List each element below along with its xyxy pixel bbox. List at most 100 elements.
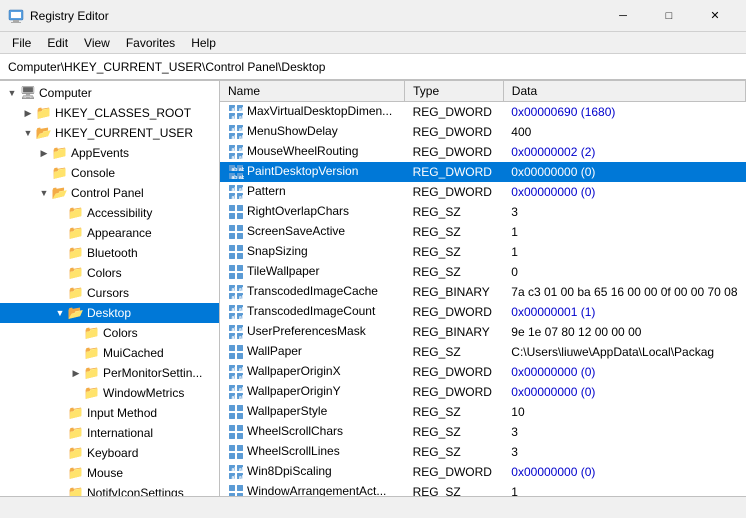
svg-text:ab: ab bbox=[232, 367, 238, 373]
table-row[interactable]: WheelScrollCharsREG_SZ3 bbox=[220, 422, 746, 442]
reg-name: RightOverlapChars bbox=[220, 202, 405, 222]
reg-name: ab ab ab ab WallpaperOriginX bbox=[220, 362, 405, 382]
reg-data: 1 bbox=[503, 482, 745, 496]
table-row[interactable]: ab ab ab ab MaxVirtualDesktopDimen...REG… bbox=[220, 102, 746, 123]
tree-label-muicached: MuiCached bbox=[103, 346, 164, 360]
tree-item-mouse[interactable]: 📁 Mouse bbox=[0, 463, 219, 483]
table-row[interactable]: ab ab ab ab WallpaperOriginXREG_DWORD0x0… bbox=[220, 362, 746, 382]
reg-type: REG_SZ bbox=[405, 202, 504, 222]
reg-type: REG_SZ bbox=[405, 482, 504, 496]
tree-label-hkcr: HKEY_CLASSES_ROOT bbox=[55, 106, 191, 120]
table-row[interactable]: WallpaperStyleREG_SZ10 bbox=[220, 402, 746, 422]
tree-item-muicached[interactable]: 📁 MuiCached bbox=[0, 343, 219, 363]
table-row[interactable]: WheelScrollLinesREG_SZ3 bbox=[220, 442, 746, 462]
table-row[interactable]: ab ab ab ab UserPreferencesMaskREG_BINAR… bbox=[220, 322, 746, 342]
tree-item-inputmethod[interactable]: 📁 Input Method bbox=[0, 403, 219, 423]
folder-keyboard-icon: 📁 bbox=[68, 445, 84, 461]
tree-item-cursors[interactable]: 📁 Cursors bbox=[0, 283, 219, 303]
menu-view[interactable]: View bbox=[76, 34, 118, 52]
tree-item-keyboard[interactable]: 📁 Keyboard bbox=[0, 443, 219, 463]
right-panel[interactable]: Name Type Data ab ab ab ab MaxVirtualDes… bbox=[220, 81, 746, 496]
svg-text:ab: ab bbox=[239, 155, 244, 160]
col-type[interactable]: Type bbox=[405, 81, 504, 102]
menu-help[interactable]: Help bbox=[183, 34, 224, 52]
close-button[interactable]: ✕ bbox=[692, 0, 738, 32]
table-row[interactable]: ab ab ab ab PatternREG_DWORD0x00000000 (… bbox=[220, 182, 746, 202]
svg-text:ab: ab bbox=[239, 395, 244, 400]
tree-item-controlpanel[interactable]: ▼ 📂 Control Panel bbox=[0, 183, 219, 203]
title-bar: Registry Editor ─ □ ✕ bbox=[0, 0, 746, 32]
table-row[interactable]: ab ab ab ab MenuShowDelayREG_DWORD400 bbox=[220, 122, 746, 142]
minimize-button[interactable]: ─ bbox=[600, 0, 646, 32]
tree-item-hkcr[interactable]: ▶ 📁 HKEY_CLASSES_ROOT bbox=[0, 103, 219, 123]
tree-item-console[interactable]: 📁 Console bbox=[0, 163, 219, 183]
menu-edit[interactable]: Edit bbox=[39, 34, 76, 52]
svg-text:ab: ab bbox=[239, 115, 244, 120]
svg-text:ab: ab bbox=[232, 115, 238, 120]
reg-data: 0x00000690 (1680) bbox=[503, 102, 745, 123]
reg-data: 0x00000000 (0) bbox=[503, 382, 745, 402]
tree-item-permonitorsetting[interactable]: ▶ 📁 PerMonitorSettin... bbox=[0, 363, 219, 383]
tree-item-colors[interactable]: 📁 Colors bbox=[0, 263, 219, 283]
svg-text:ab: ab bbox=[239, 467, 244, 473]
maximize-button[interactable]: □ bbox=[646, 0, 692, 32]
table-row[interactable]: ScreenSaveActiveREG_SZ1 bbox=[220, 222, 746, 242]
svg-text:ab: ab bbox=[239, 195, 244, 200]
tree-label-desktop: Desktop bbox=[87, 306, 131, 320]
col-name[interactable]: Name bbox=[220, 81, 405, 102]
table-row[interactable]: ab ab ab ab MouseWheelRoutingREG_DWORD0x… bbox=[220, 142, 746, 162]
table-row[interactable]: RightOverlapCharsREG_SZ3 bbox=[220, 202, 746, 222]
svg-text:ab: ab bbox=[239, 327, 244, 333]
tree-item-hkcu[interactable]: ▼ 📂 HKEY_CURRENT_USER bbox=[0, 123, 219, 143]
tree-label-mouse: Mouse bbox=[87, 466, 123, 480]
table-row[interactable]: SnapSizingREG_SZ1 bbox=[220, 242, 746, 262]
tree-item-desktop[interactable]: ▼ 📂 Desktop bbox=[0, 303, 219, 323]
tree-item-notifyiconsettings[interactable]: 📁 NotifyIconSettings bbox=[0, 483, 219, 496]
reg-type: REG_SZ bbox=[405, 342, 504, 362]
table-row[interactable]: WindowArrangementAct...REG_SZ1 bbox=[220, 482, 746, 496]
menu-bar: File Edit View Favorites Help bbox=[0, 32, 746, 54]
reg-data: 1 bbox=[503, 222, 745, 242]
expand-appevents[interactable]: ▶ bbox=[36, 145, 52, 161]
tree-item-international[interactable]: 📁 International bbox=[0, 423, 219, 443]
tree-item-windowmetrics[interactable]: 📁 WindowMetrics bbox=[0, 383, 219, 403]
reg-name: ab ab ab ab Win8DpiScaling bbox=[220, 462, 405, 482]
table-row[interactable]: ab ab ab ab TranscodedImageCountREG_DWOR… bbox=[220, 302, 746, 322]
reg-name: WallPaper bbox=[220, 342, 405, 362]
expand-hkcr[interactable]: ▶ bbox=[20, 105, 36, 121]
svg-text:ab: ab bbox=[232, 175, 238, 180]
tree-item-computer[interactable]: ▼ 🖥 Computer bbox=[0, 83, 219, 103]
svg-text:ab: ab bbox=[239, 387, 244, 393]
folder-inputmethod-icon: 📁 bbox=[68, 405, 84, 421]
reg-name: ScreenSaveActive bbox=[220, 222, 405, 242]
tree-item-accessibility[interactable]: 📁 Accessibility bbox=[0, 203, 219, 223]
folder-colors-icon: 📁 bbox=[68, 265, 84, 281]
tree-item-desktop-colors[interactable]: 📁 Colors bbox=[0, 323, 219, 343]
reg-data: C:\Users\liuwe\AppData\Local\Packag bbox=[503, 342, 745, 362]
table-row[interactable]: ab ab ab ab Win8DpiScalingREG_DWORD0x000… bbox=[220, 462, 746, 482]
expand-hkcu[interactable]: ▼ bbox=[20, 125, 36, 141]
expand-computer[interactable]: ▼ bbox=[4, 85, 20, 101]
folder-console-icon: 📁 bbox=[52, 165, 68, 181]
menu-favorites[interactable]: Favorites bbox=[118, 34, 183, 52]
tree-item-appearance[interactable]: 📁 Appearance bbox=[0, 223, 219, 243]
table-row[interactable]: WallPaperREG_SZC:\Users\liuwe\AppData\Lo… bbox=[220, 342, 746, 362]
col-data[interactable]: Data bbox=[503, 81, 745, 102]
table-row[interactable]: TileWallpaperREG_SZ0 bbox=[220, 262, 746, 282]
app-icon bbox=[8, 8, 24, 24]
table-row[interactable]: ab ab ab ab WallpaperOriginYREG_DWORD0x0… bbox=[220, 382, 746, 402]
tree-item-bluetooth[interactable]: 📁 Bluetooth bbox=[0, 243, 219, 263]
table-row[interactable]: ab ab ab ab PaintDesktopVersionREG_DWORD… bbox=[220, 162, 746, 182]
tree-item-appevents[interactable]: ▶ 📁 AppEvents bbox=[0, 143, 219, 163]
folder-hkcu-icon: 📂 bbox=[36, 125, 52, 141]
menu-file[interactable]: File bbox=[4, 34, 39, 52]
svg-text:ab: ab bbox=[232, 195, 238, 200]
tree-panel[interactable]: ▼ 🖥 Computer ▶ 📁 HKEY_CLASSES_ROOT ▼ 📂 H… bbox=[0, 81, 220, 496]
table-row[interactable]: ab ab ab ab TranscodedImageCacheREG_BINA… bbox=[220, 282, 746, 302]
folder-mouse-icon: 📁 bbox=[68, 465, 84, 481]
svg-text:ab: ab bbox=[232, 475, 238, 480]
expand-permonitor[interactable]: ▶ bbox=[68, 365, 84, 381]
expand-desktop[interactable]: ▼ bbox=[52, 305, 68, 321]
expand-controlpanel[interactable]: ▼ bbox=[36, 185, 52, 201]
svg-text:ab: ab bbox=[239, 107, 244, 113]
